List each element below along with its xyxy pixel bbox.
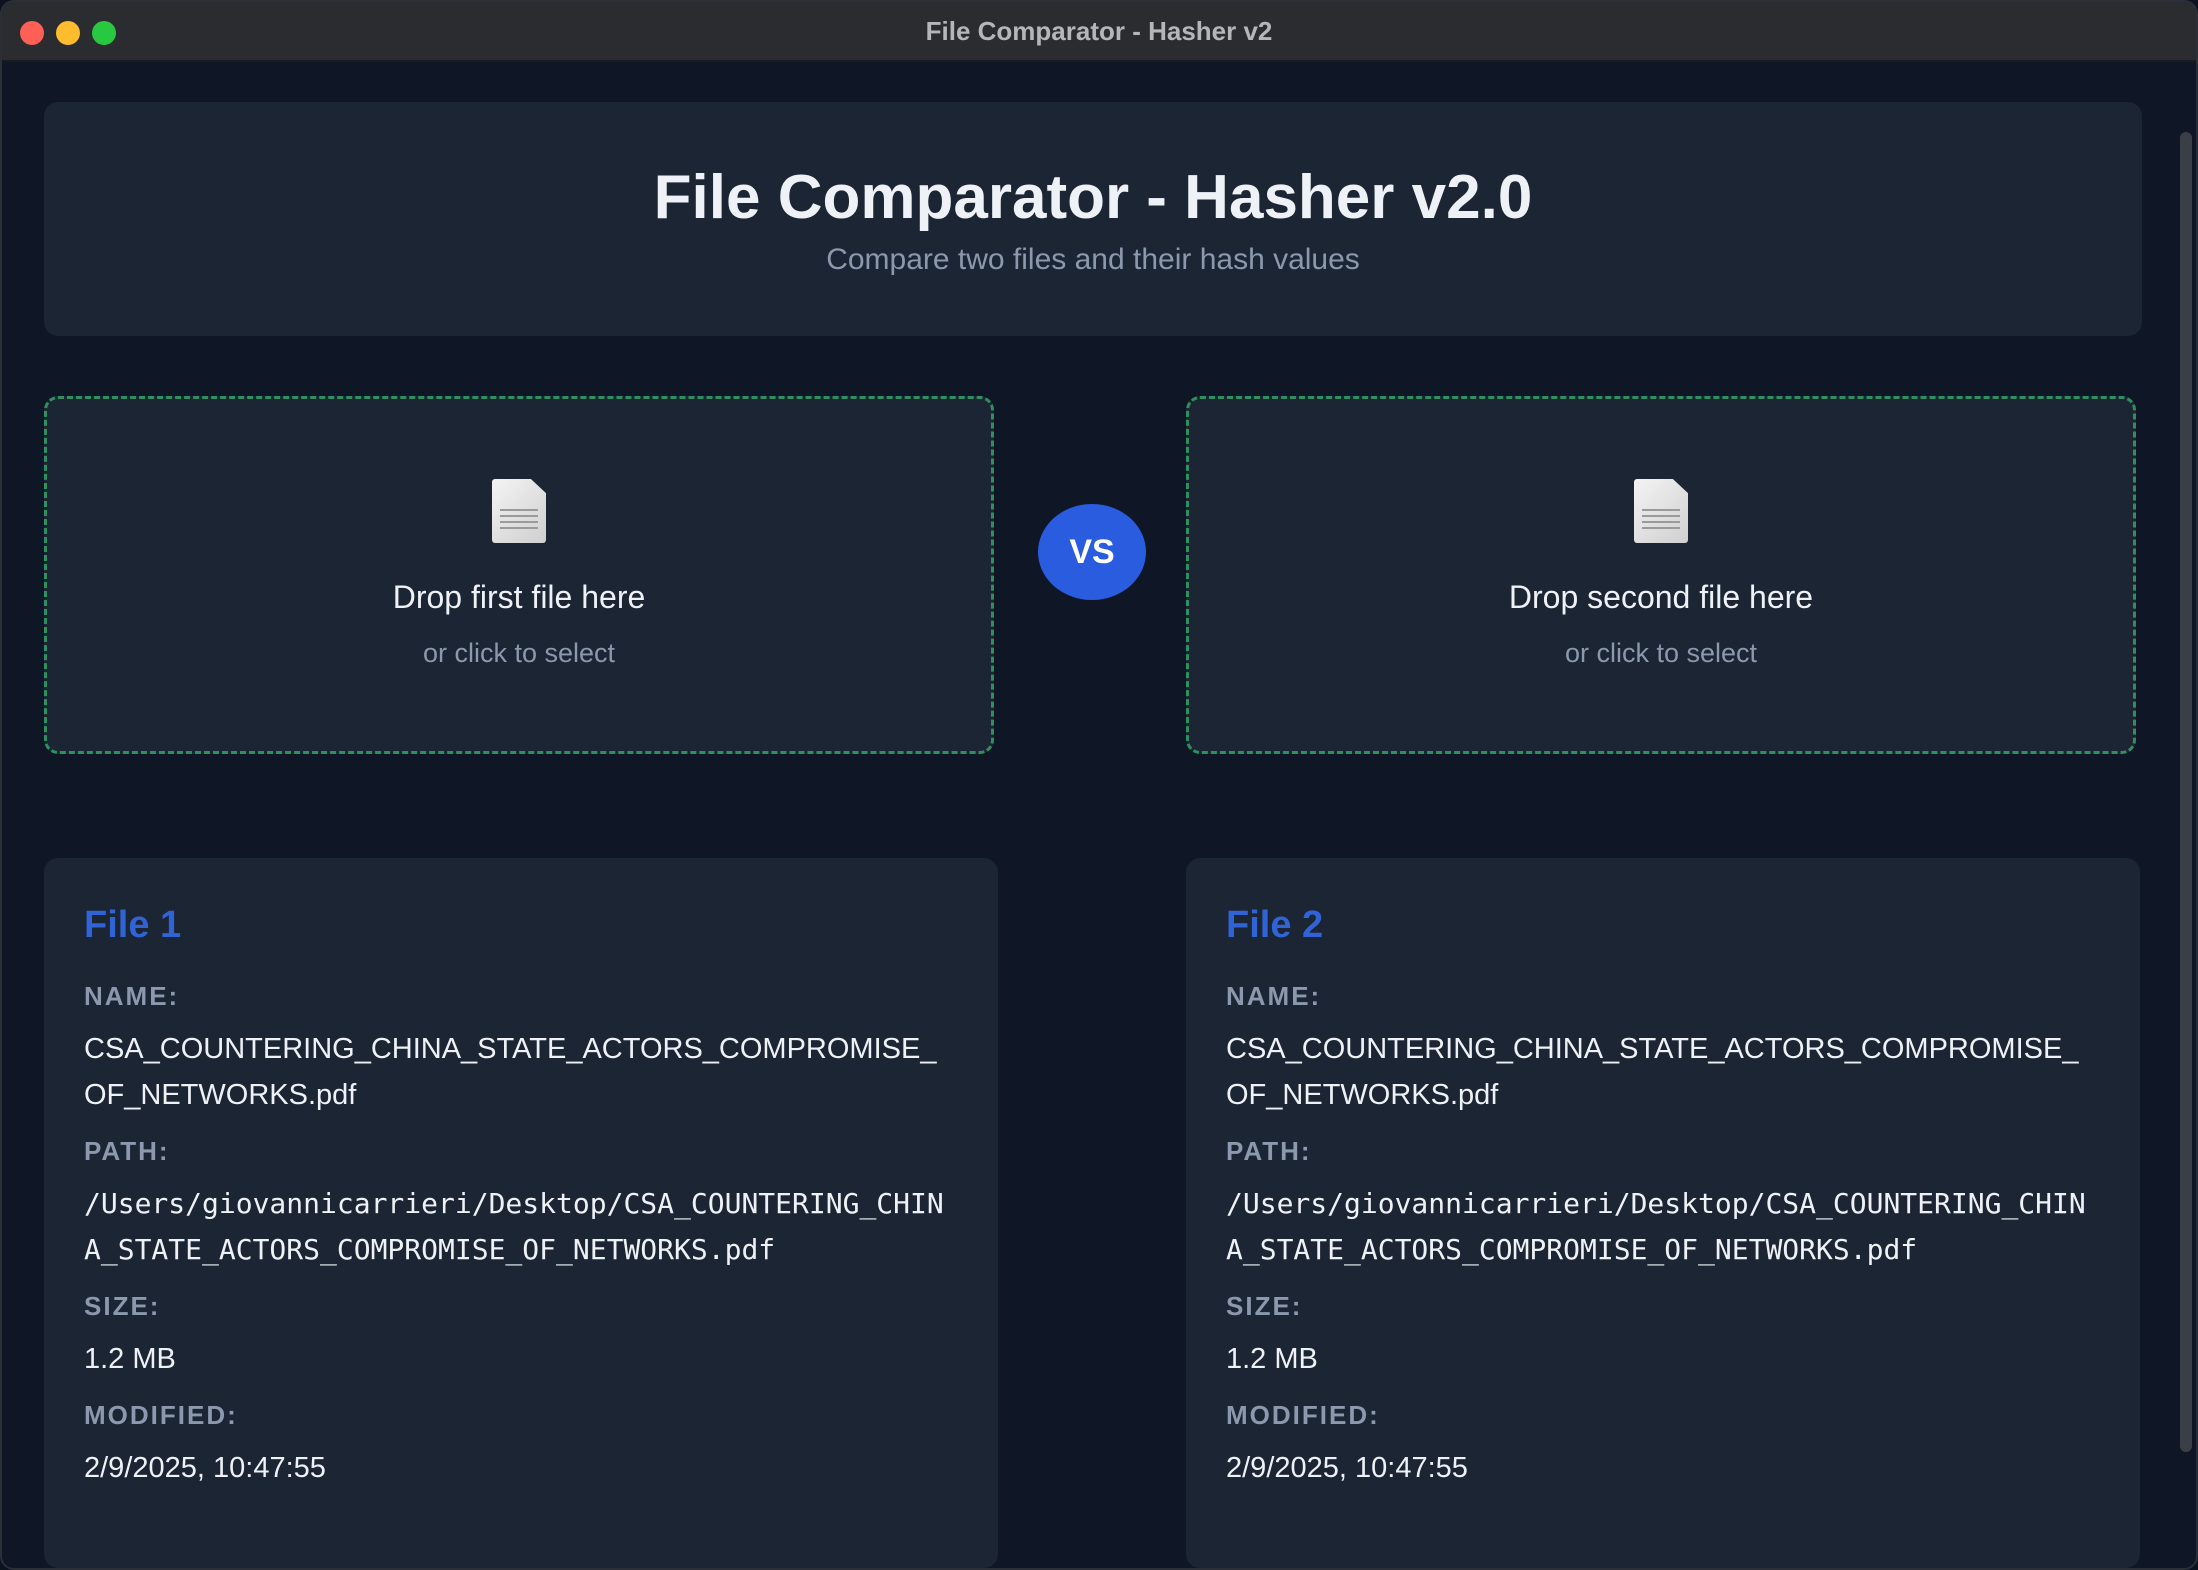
name-label: NAME: xyxy=(84,981,180,1011)
vertical-scrollbar[interactable] xyxy=(2180,132,2192,1452)
file-2-info-card: File 2 NAME: CSA_COUNTERING_CHINA_STATE_… xyxy=(1186,858,2140,1568)
file-modified-value: 2/9/2025, 10:47:55 xyxy=(1226,1452,1468,1484)
window-title: File Comparator - Hasher v2 xyxy=(925,16,1273,46)
size-label: SIZE: xyxy=(1226,1291,1303,1321)
title-bar[interactable]: File Comparator - Hasher v2 xyxy=(2,2,2196,62)
file-1-info-card: File 1 NAME: CSA_COUNTERING_CHINA_STATE_… xyxy=(44,858,998,1568)
file-path-value: /Users/giovannicarrieri/Desktop/CSA_COUN… xyxy=(84,1187,944,1266)
drop-zone-title: Drop first file here xyxy=(392,579,646,615)
file-size-value: 1.2 MB xyxy=(84,1343,176,1375)
path-label: PATH: xyxy=(1226,1136,1312,1166)
modified-label: MODIFIED: xyxy=(84,1400,238,1430)
modified-label: MODIFIED: xyxy=(1226,1400,1380,1430)
app-window: File Comparator - Hasher v2 File Compara… xyxy=(0,0,2198,1570)
document-icon xyxy=(1634,479,1688,543)
path-label: PATH: xyxy=(84,1136,170,1166)
vs-badge: VS xyxy=(1038,504,1146,600)
drop-zone-subtitle: or click to select xyxy=(422,638,616,668)
drop-zone-title: Drop second file here xyxy=(1508,579,1814,615)
file-info-heading: File 2 xyxy=(1226,904,1324,946)
file-modified-value: 2/9/2025, 10:47:55 xyxy=(84,1452,326,1484)
document-icon xyxy=(492,479,546,543)
file-name-value: CSA_COUNTERING_CHINA_STATE_ACTORS_COMPRO… xyxy=(1226,1033,2079,1111)
file-size-value: 1.2 MB xyxy=(1226,1343,1318,1375)
page-subtitle: Compare two files and their hash values xyxy=(826,243,1360,276)
drop-zone-subtitle: or click to select xyxy=(1564,638,1758,668)
main-content: File Comparator - Hasher v2.0 Compare tw… xyxy=(2,62,2196,1568)
name-label: NAME: xyxy=(1226,981,1322,1011)
file-name-value: CSA_COUNTERING_CHINA_STATE_ACTORS_COMPRO… xyxy=(84,1033,937,1111)
header-card: File Comparator - Hasher v2.0 Compare tw… xyxy=(44,102,2142,336)
first-file-drop-zone[interactable]: Drop first file here or click to select xyxy=(44,396,994,754)
file-info-heading: File 1 xyxy=(84,904,182,946)
size-label: SIZE: xyxy=(84,1291,161,1321)
page-title: File Comparator - Hasher v2.0 xyxy=(653,163,1533,232)
file-path-value: /Users/giovannicarrieri/Desktop/CSA_COUN… xyxy=(1226,1187,2086,1266)
second-file-drop-zone[interactable]: Drop second file here or click to select xyxy=(1186,396,2136,754)
